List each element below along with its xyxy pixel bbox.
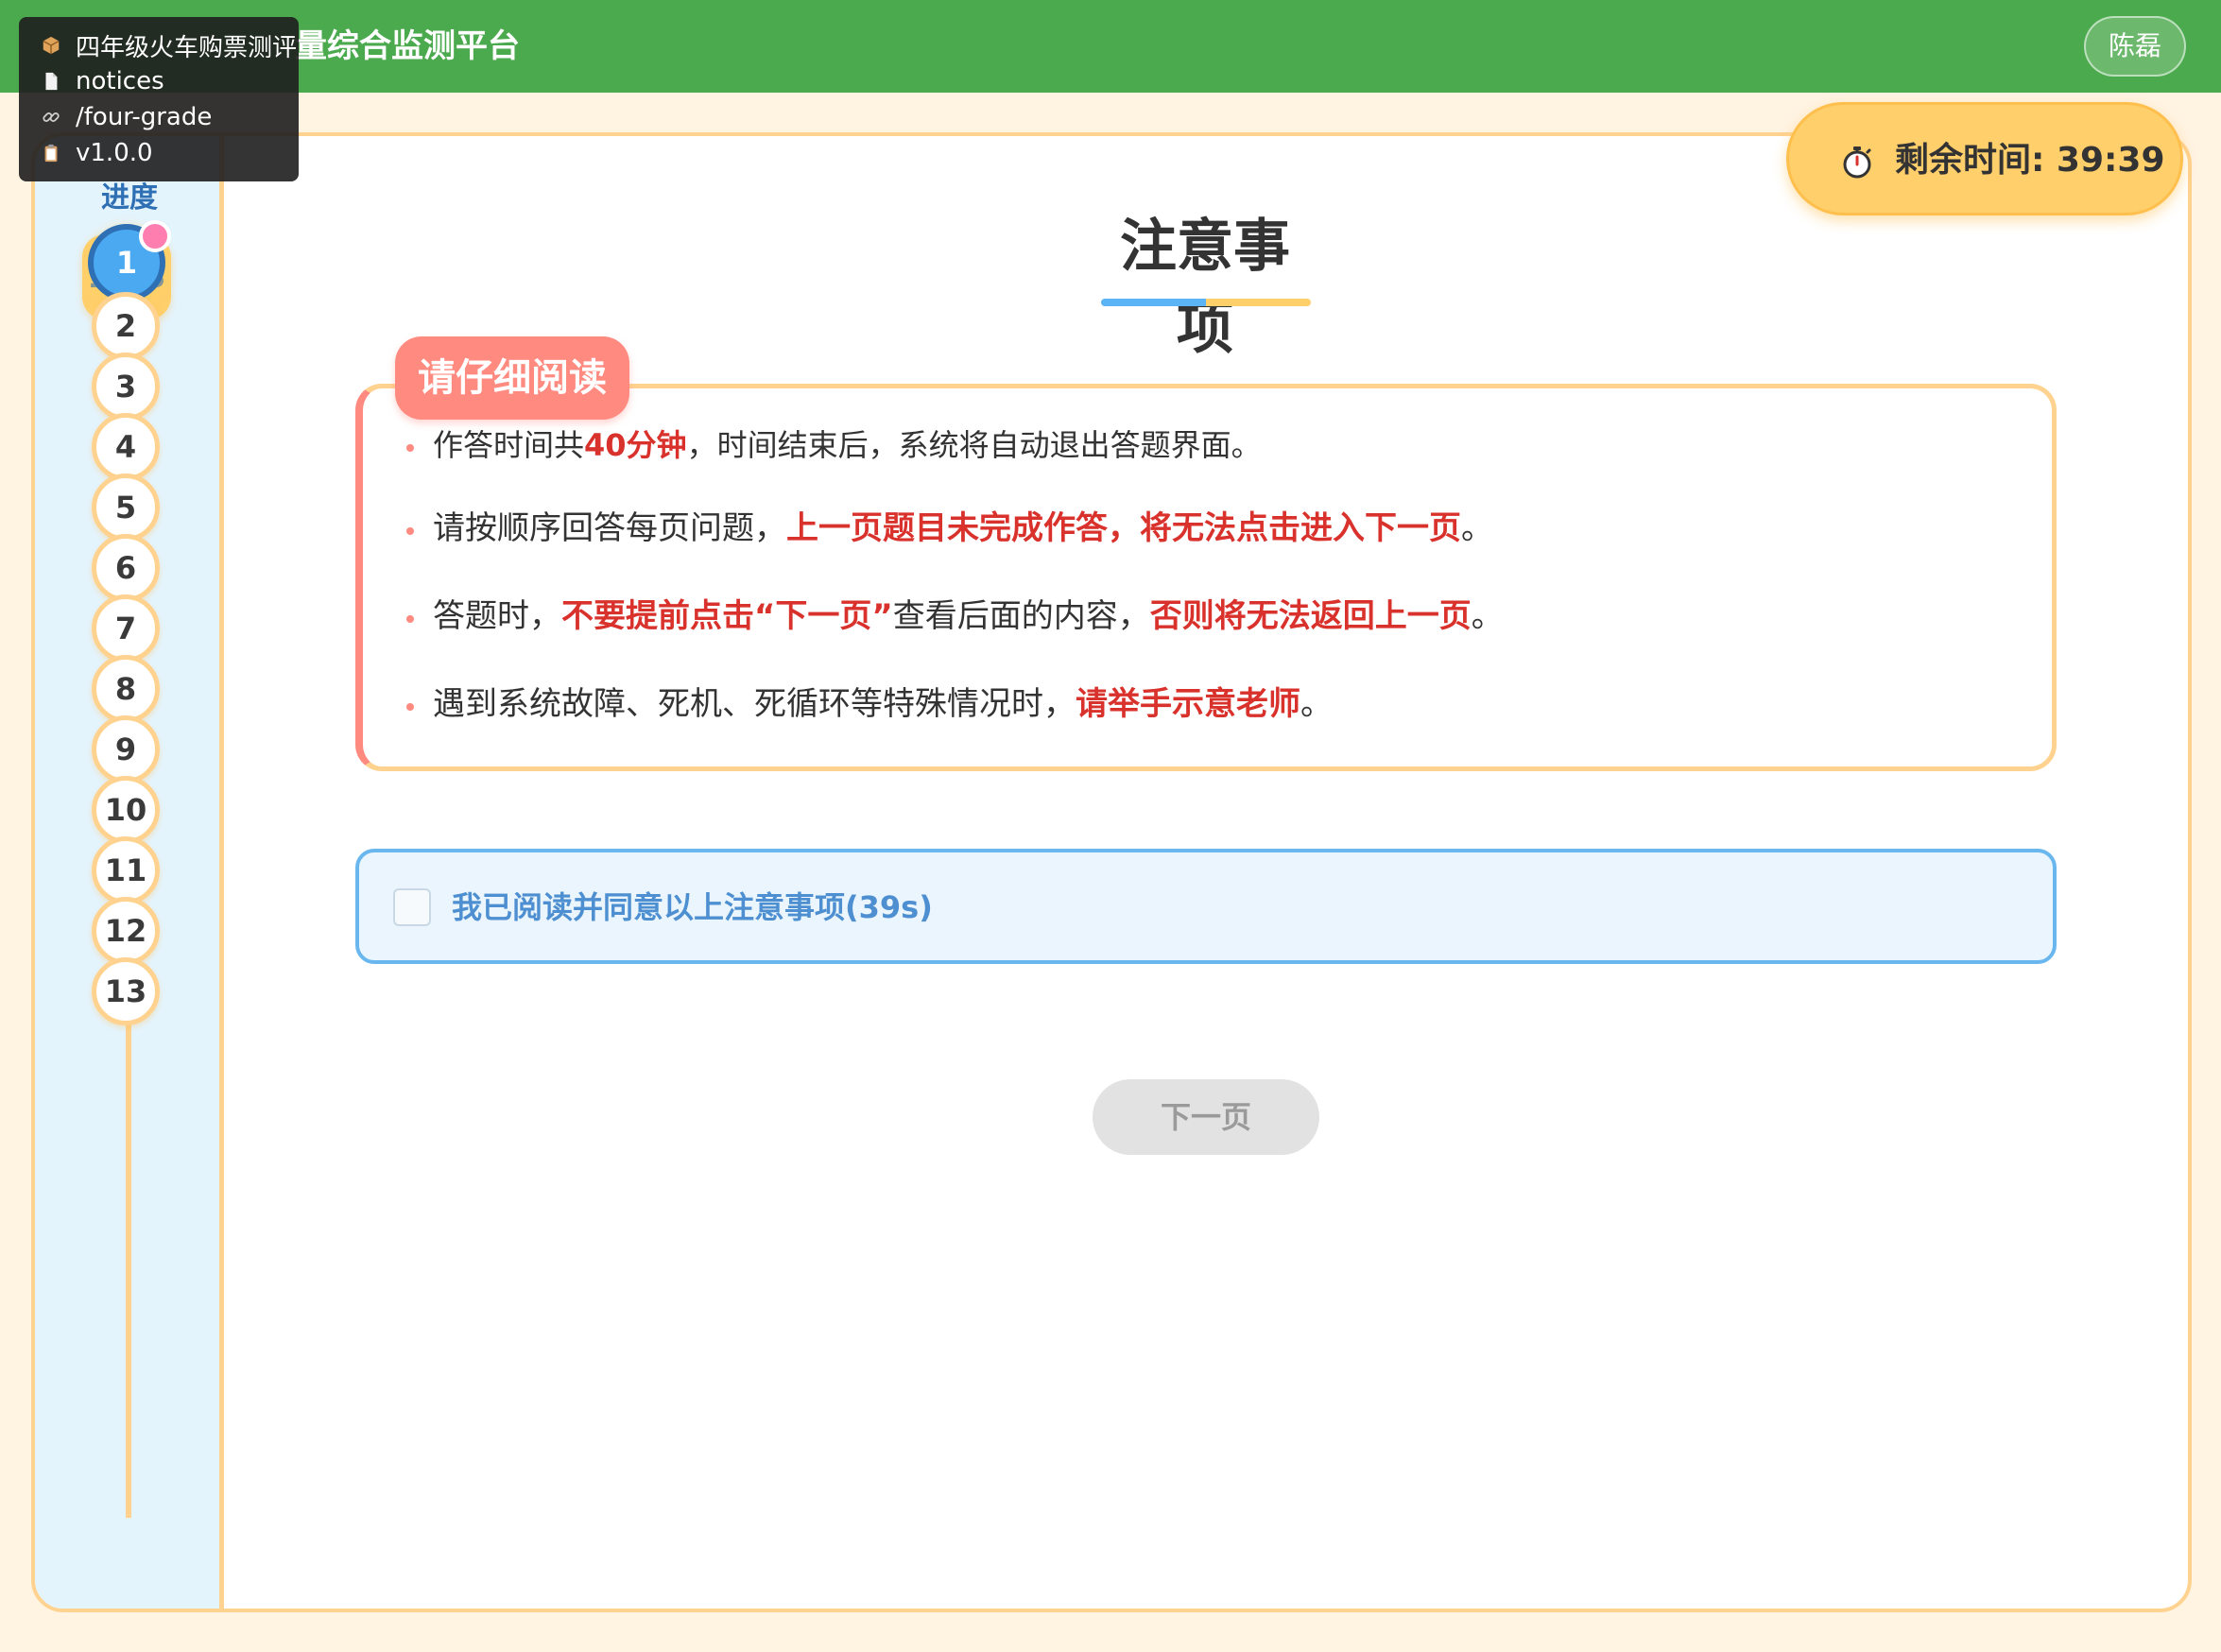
file-icon [40,70,62,93]
package-icon [40,34,62,57]
dev-row-project: 四年级火车购票测评 [40,27,299,63]
notice-item: 遇到系统故障、死机、死循环等特殊情况时，请举手示意老师。 [405,682,2030,726]
notice-highlight: 不要提前点击“下一页” [561,597,893,635]
app-title: 量综合监测平台 [295,27,520,65]
agree-panel[interactable]: 我已阅读并同意以上注意事项(39s) [355,849,2057,964]
page-title: 注意事项 [1120,214,1290,362]
notice-text: 遇到系统故障、死机、死循环等特殊情况时， [433,685,1076,723]
progress-step-13[interactable]: 13 [92,957,160,1025]
progress-step-6[interactable]: 6 [92,534,160,602]
notice-item: 请按顺序回答每页问题，上一页题目未完成作答，将无法点击进入下一页。 [405,507,2030,550]
progress-step-12[interactable]: 12 [92,897,160,965]
progress-step-1[interactable]: 1 [88,220,171,301]
notice-tag: 请仔细阅读 [395,336,629,420]
notice-text: 。 [1461,509,1493,547]
dev-version: v1.0.0 [76,139,153,167]
link-icon [40,106,62,129]
progress-step-5[interactable]: 5 [92,473,160,542]
title-underline [1101,299,1311,306]
dev-project-name: 四年级火车购票测评 [76,33,298,62]
progress-step-7[interactable]: 7 [92,594,160,663]
clipboard-icon [40,142,62,164]
dev-row-route: /four-grade [40,99,299,135]
progress-step-3[interactable]: 3 [92,353,160,421]
dev-route: /four-grade [76,103,213,131]
progress-sidebar: 进度 1/13 12345678910111213 [35,136,224,1609]
dev-info-overlay: 四年级火车购票测评 notices /four-grade v1.0.0 [19,17,299,181]
progress-step-2[interactable]: 2 [92,292,160,360]
current-step-dot [139,220,171,252]
notice-text: ，时间结束后，系统将自动退出答题界面。 [686,427,1262,463]
dev-row-version: v1.0.0 [40,135,299,171]
notice-highlight: 请举手示意老师 [1076,685,1300,723]
notice-highlight: 40分钟 [584,427,687,463]
notice-text: 。 [1300,685,1333,723]
notice-item: 答题时，不要提前点击“下一页”查看后面的内容，否则将无法返回上一页。 [405,594,2030,638]
notice-highlight: 上一页题目未完成作答，将无法点击进入下一页 [786,509,1461,547]
app-header: 量综合监测平台 陈磊 [0,0,2221,93]
notice-highlight: 否则将无法返回上一页 [1149,597,1472,635]
notice-text: 请按顺序回答每页问题， [433,509,786,547]
next-page-button[interactable]: 下一页 [1093,1079,1319,1155]
user-button[interactable]: 陈磊 [2084,16,2186,77]
progress-step-10[interactable]: 10 [92,776,160,844]
notice-item: 作答时间共40分钟，时间结束后，系统将自动退出答题界面。 [405,423,2030,467]
notice-text: 。 [1471,597,1504,635]
agree-label[interactable]: 我已阅读并同意以上注意事项(39s) [452,886,933,928]
progress-step-11[interactable]: 11 [92,836,160,904]
progress-step-9[interactable]: 9 [92,715,160,783]
notice-text: 答题时， [433,597,561,635]
countdown-timer: 剩余时间: 39:39 [1786,102,2183,215]
timer-label: 剩余时间: 39:39 [1895,141,2165,180]
notice-text: 作答时间共 [433,427,585,463]
progress-step-4[interactable]: 4 [92,413,160,481]
stopwatch-icon [1838,143,1876,181]
progress-step-8[interactable]: 8 [92,655,160,723]
dev-row-page: notices [40,63,299,99]
dev-page-name: notices [76,67,164,95]
notice-list: 作答时间共40分钟，时间结束后，系统将自动退出答题界面。 请按顺序回答每页问题，上… [405,423,2030,770]
notice-text: 查看后面的内容， [892,597,1150,635]
agree-checkbox[interactable] [393,888,431,926]
